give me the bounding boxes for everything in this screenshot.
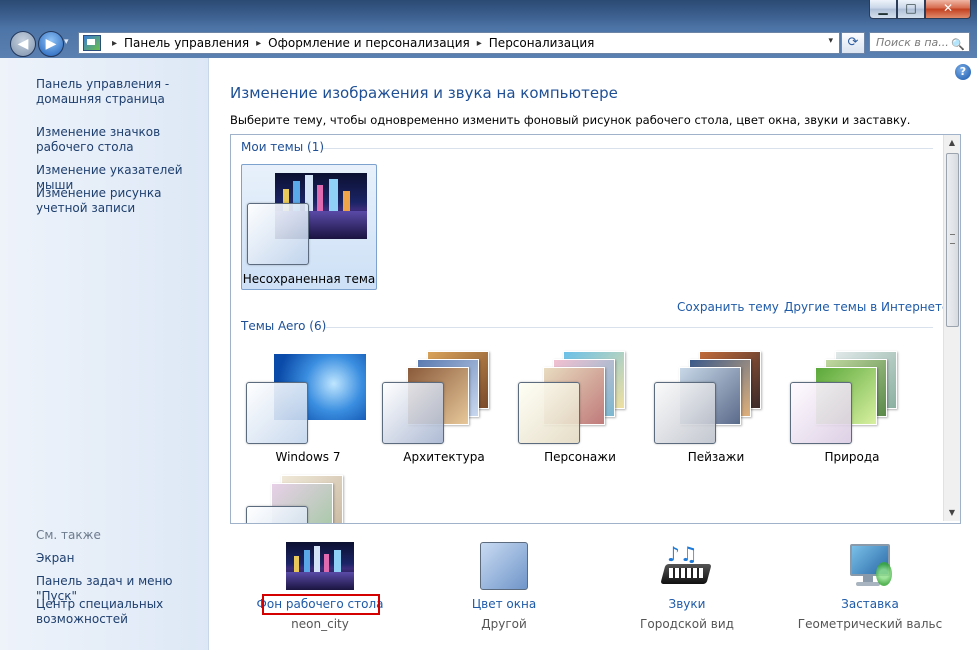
address-bar[interactable]: ▸ Панель управления ▸ Оформление и персо… bbox=[78, 32, 840, 54]
scroll-down-icon[interactable]: ▼ bbox=[944, 505, 960, 521]
close-button[interactable]: ✕ bbox=[925, 0, 971, 19]
breadcrumb-appearance[interactable]: Оформление и персонализация bbox=[268, 36, 470, 50]
search-input[interactable]: Поиск в па... 🔍 bbox=[869, 32, 970, 52]
page-title: Изменение изображения и звука на компьют… bbox=[230, 84, 618, 102]
sounds-value: Городской вид bbox=[640, 617, 734, 631]
theme-name: Windows 7 bbox=[275, 450, 341, 464]
navigation-bar: ◀ ▶ ▾ ▸ Панель управления ▸ Оформление и… bbox=[0, 28, 977, 58]
theme-name: Архитектура bbox=[403, 450, 485, 464]
screensaver-link[interactable]: Заставка bbox=[795, 597, 945, 611]
theme-window-color-preview bbox=[382, 382, 444, 444]
window-controls: ▁ □ ✕ bbox=[869, 0, 971, 19]
theme-unsaved[interactable]: Несохраненная тема bbox=[241, 164, 377, 290]
themes-list[interactable]: Мои темы (1) Несохраненная тема Сохранит… bbox=[230, 134, 961, 524]
theme-window-color-preview bbox=[518, 382, 580, 444]
save-theme-link[interactable]: Сохранить тему bbox=[677, 300, 779, 314]
highlight-box bbox=[262, 594, 380, 615]
sidebar-link-account-picture[interactable]: Изменение рисунка учетной записи bbox=[36, 186, 204, 216]
theme-window-color-preview bbox=[790, 382, 852, 444]
desktop-background-value: neon_city bbox=[291, 617, 349, 631]
theme-partial[interactable] bbox=[241, 473, 375, 523]
breadcrumb-separator[interactable]: ▸ bbox=[477, 38, 482, 49]
theme-landscapes[interactable]: Пейзажи bbox=[649, 347, 783, 471]
window-color-value: Другой bbox=[481, 617, 527, 631]
themes-scrollbar[interactable]: ▲ ▼ bbox=[943, 135, 960, 521]
see-also-display[interactable]: Экран bbox=[36, 551, 204, 566]
control-panel-icon bbox=[83, 35, 101, 51]
see-also-ease-of-access[interactable]: Центр специальных возможностей bbox=[36, 597, 204, 627]
window-color-link[interactable]: Цвет окна bbox=[429, 597, 579, 611]
more-themes-online-link[interactable]: Другие темы в Интернете bbox=[784, 300, 949, 314]
theme-nature[interactable]: Природа bbox=[785, 347, 919, 471]
desktop-background-icon[interactable] bbox=[245, 542, 395, 590]
theme-name: Персонажи bbox=[544, 450, 616, 464]
minimize-button[interactable]: ▁ bbox=[869, 0, 897, 19]
scroll-grip bbox=[950, 234, 955, 244]
theme-name: Несохраненная тема bbox=[242, 272, 376, 286]
search-placeholder: Поиск в па... bbox=[876, 36, 949, 49]
sidebar-link-home[interactable]: Панель управления - домашняя страница bbox=[36, 77, 204, 107]
screensaver-icon[interactable] bbox=[795, 542, 945, 590]
breadcrumb-separator[interactable]: ▸ bbox=[112, 38, 117, 49]
theme-window-color-preview bbox=[246, 506, 308, 523]
sounds-link[interactable]: Звуки bbox=[612, 597, 762, 611]
breadcrumb-separator[interactable]: ▸ bbox=[256, 38, 261, 49]
page-subtitle: Выберите тему, чтобы одновременно измени… bbox=[230, 113, 911, 127]
scroll-thumb[interactable] bbox=[946, 153, 959, 327]
help-icon[interactable]: ? bbox=[955, 64, 971, 80]
theme-name: Природа bbox=[824, 450, 880, 464]
back-button[interactable]: ◀ bbox=[10, 31, 36, 57]
window-color-icon[interactable] bbox=[429, 542, 579, 590]
theme-architecture[interactable]: Архитектура bbox=[377, 347, 511, 471]
group-divider bbox=[325, 327, 933, 328]
sidebar-link-desktop-icons[interactable]: Изменение значков рабочего стола bbox=[36, 125, 204, 155]
window-title-bar: ▁ □ ✕ bbox=[0, 0, 977, 28]
scroll-up-icon[interactable]: ▲ bbox=[944, 135, 960, 151]
theme-name: Пейзажи bbox=[687, 450, 745, 464]
recent-pages-dropdown-icon[interactable]: ▾ bbox=[64, 37, 69, 47]
sounds-icon[interactable]: ♪♫ bbox=[612, 542, 762, 590]
breadcrumb-personalization[interactable]: Персонализация bbox=[489, 36, 595, 50]
screensaver-value: Геометрический вальс bbox=[797, 617, 943, 631]
theme-window-color-preview bbox=[654, 382, 716, 444]
my-themes-label: Мои темы (1) bbox=[241, 140, 325, 154]
aero-themes-label: Темы Aero (6) bbox=[241, 319, 327, 333]
theme-window-color-preview bbox=[246, 382, 308, 444]
group-divider bbox=[323, 148, 933, 149]
theme-window-color-preview bbox=[247, 203, 309, 265]
theme-characters[interactable]: Персонажи bbox=[513, 347, 647, 471]
forward-button[interactable]: ▶ bbox=[38, 31, 64, 57]
address-dropdown-icon[interactable]: ▾ bbox=[828, 36, 833, 46]
see-also-heading: См. также bbox=[36, 528, 101, 542]
search-icon[interactable]: 🔍 bbox=[951, 35, 965, 55]
theme-windows7[interactable]: Windows 7 bbox=[241, 347, 375, 471]
refresh-button[interactable]: ⟳ bbox=[841, 32, 865, 54]
maximize-button[interactable]: □ bbox=[897, 0, 925, 19]
breadcrumb-control-panel[interactable]: Панель управления bbox=[124, 36, 249, 50]
